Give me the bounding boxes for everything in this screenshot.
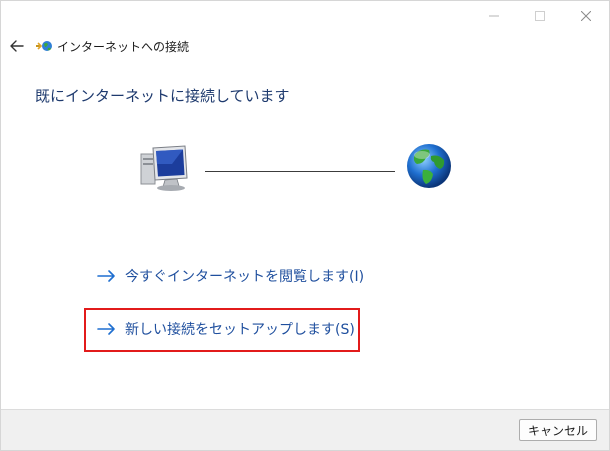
- network-connection-icon: [35, 38, 53, 54]
- browse-internet-label: 今すぐインターネットを閲覧します(I): [125, 269, 365, 285]
- internet-connection-window: インターネットへの接続 既にインターネットに接続しています 今すぐインターネット…: [0, 0, 610, 451]
- window-title: インターネットへの接続: [57, 39, 190, 54]
- back-button[interactable]: [7, 36, 27, 56]
- maximize-button[interactable]: [517, 1, 563, 31]
- setup-new-connection-label: 新しい接続をセットアップします(S): [125, 322, 355, 338]
- close-button[interactable]: [563, 1, 609, 31]
- globe-icon: [405, 142, 453, 190]
- minimize-button[interactable]: [471, 1, 517, 31]
- arrow-right-icon: [97, 322, 117, 336]
- computer-icon: [139, 144, 191, 192]
- minimize-icon: [489, 15, 499, 17]
- back-arrow-icon: [10, 40, 24, 52]
- nav-bar: インターネットへの接続: [7, 34, 189, 58]
- footer-bar: キャンセル: [1, 409, 609, 450]
- close-icon: [581, 11, 591, 21]
- setup-new-connection-link[interactable]: 新しい接続をセットアップします(S): [97, 319, 355, 339]
- arrow-right-icon: [97, 269, 117, 283]
- caption-buttons: [471, 1, 609, 31]
- page-heading: 既にインターネットに接続しています: [35, 87, 290, 105]
- maximize-icon: [535, 11, 545, 21]
- browse-internet-link[interactable]: 今すぐインターネットを閲覧します(I): [97, 266, 364, 286]
- cancel-button[interactable]: キャンセル: [519, 419, 597, 441]
- connection-line: [205, 171, 395, 172]
